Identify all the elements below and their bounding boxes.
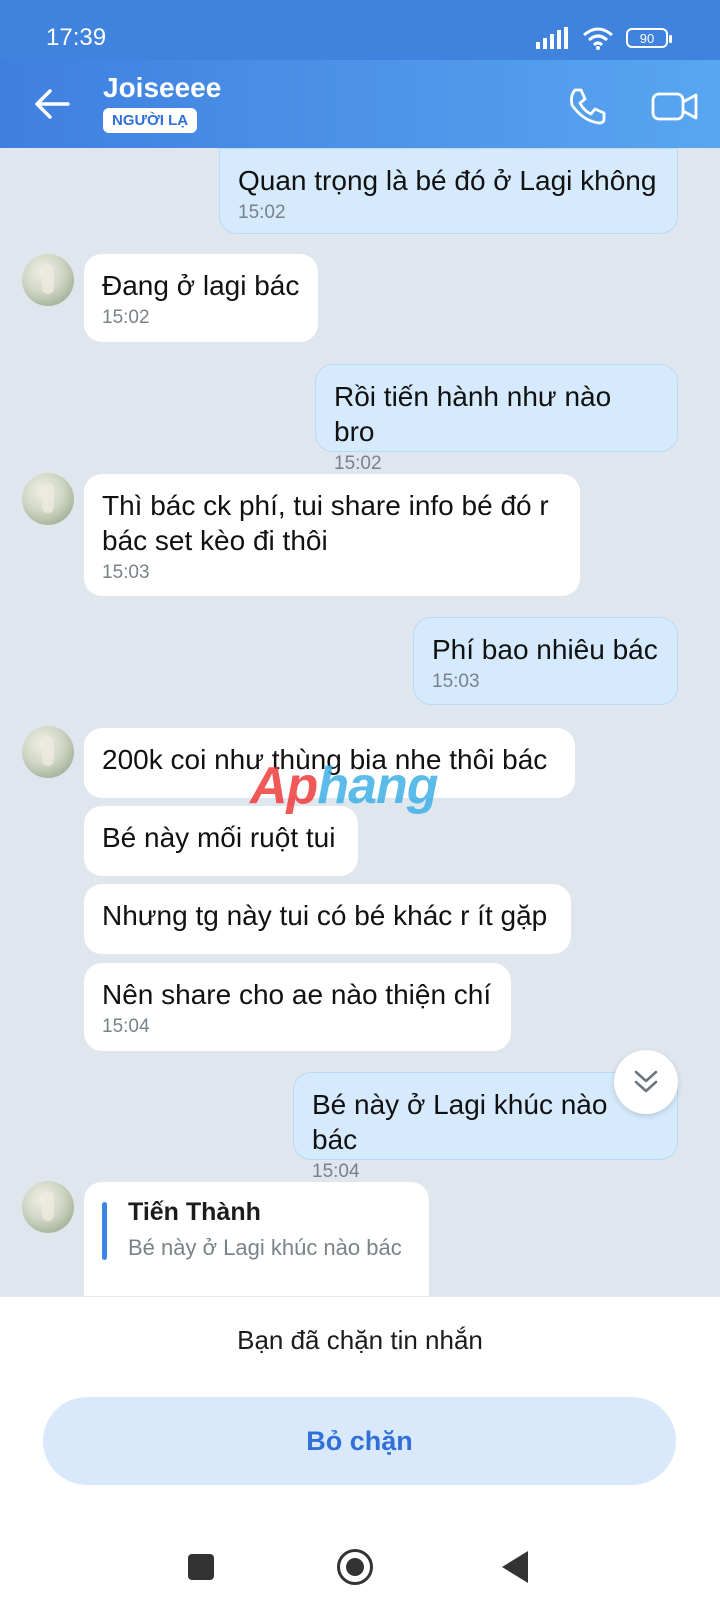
chat-header: Joiseeee NGƯỜI LẠ <box>0 60 720 148</box>
message-outgoing[interactable]: Phí bao nhiêu bác 15:03 <box>413 617 678 705</box>
scroll-to-bottom-button[interactable] <box>614 1050 678 1114</box>
message-text: Rồi tiến hành như nào bro <box>334 381 612 447</box>
message-text: Quan trọng là bé đó ở Lagi không <box>238 165 657 196</box>
message-time: 15:02 <box>102 307 150 328</box>
message-text: Phí bao nhiêu bác <box>432 634 658 665</box>
battery-level: 90 <box>639 30 655 46</box>
message-incoming[interactable]: Thì bác ck phí, tui share info bé đó r b… <box>84 474 580 596</box>
reply-message[interactable]: Tiến Thành Bé này ở Lagi khúc nào bác <box>84 1182 429 1296</box>
stranger-badge: NGƯỜI LẠ <box>103 108 198 133</box>
blocked-notice: Bạn đã chặn tin nhắn <box>237 1325 483 1355</box>
message-text: Bé này ở Lagi khúc nào bác <box>312 1089 608 1155</box>
message-incoming[interactable]: Đang ở lagi bác 15:02 <box>84 254 318 342</box>
message-incoming[interactable]: Bé này mối ruột tui <box>84 806 358 876</box>
recent-apps-icon[interactable] <box>188 1554 214 1580</box>
reply-sender-name: Tiến Thành <box>128 1198 261 1226</box>
message-text: 200k coi như thùng bia nhe thôi bác <box>102 744 548 775</box>
status-time: 17:39 <box>46 24 107 51</box>
avatar[interactable] <box>22 254 74 306</box>
unblock-button[interactable]: Bỏ chặn <box>43 1397 676 1485</box>
message-incoming[interactable]: 200k coi như thùng bia nhe thôi bác <box>84 728 575 798</box>
status-bar: 17:39 90 <box>0 0 720 60</box>
message-incoming[interactable]: Nhưng tg này tui có bé khác r ít gặp <box>84 884 571 954</box>
system-nav-bar <box>0 1513 720 1601</box>
message-time: 15:03 <box>102 562 150 583</box>
wifi-icon <box>583 27 613 50</box>
home-icon[interactable] <box>337 1549 373 1585</box>
back-triangle-icon[interactable] <box>502 1551 528 1583</box>
status-icons: 90 <box>536 26 672 50</box>
message-text: Bé này mối ruột tui <box>102 822 336 853</box>
battery-icon: 90 <box>626 28 672 48</box>
message-text: Thì bác ck phí, tui share info bé đó r b… <box>102 490 549 556</box>
message-text: Nhưng tg này tui có bé khác r ít gặp <box>102 900 548 931</box>
message-time: 15:04 <box>102 1016 150 1037</box>
reply-quoted-text: Bé này ở Lagi khúc nào bác <box>128 1235 402 1260</box>
message-incoming[interactable]: Nên share cho ae nào thiện chí 15:04 <box>84 963 511 1051</box>
avatar[interactable] <box>22 726 74 778</box>
video-camera-icon[interactable] <box>650 84 700 128</box>
message-text: Nên share cho ae nào thiện chí <box>102 979 492 1010</box>
message-list[interactable]: Quan trọng là bé đó ở Lagi không 15:02 Đ… <box>0 148 720 1296</box>
message-time: 15:03 <box>432 671 480 692</box>
blocked-panel: Bạn đã chặn tin nhắn Bỏ chặn <box>0 1296 720 1601</box>
avatar[interactable] <box>22 1181 74 1233</box>
phone-icon[interactable] <box>565 84 609 128</box>
avatar[interactable] <box>22 473 74 525</box>
contact-name[interactable]: Joiseeee <box>103 72 221 104</box>
message-time: 15:02 <box>334 453 382 474</box>
signal-icon <box>536 27 568 49</box>
double-chevron-down-icon <box>634 1070 658 1093</box>
back-arrow-icon[interactable] <box>28 82 76 126</box>
message-text: Đang ở lagi bác <box>102 270 300 301</box>
message-time: 15:04 <box>312 1161 360 1182</box>
message-outgoing[interactable]: Quan trọng là bé đó ở Lagi không 15:02 <box>219 148 678 234</box>
message-outgoing[interactable]: Rồi tiến hành như nào bro 15:02 <box>315 364 678 474</box>
message-time: 15:02 <box>238 202 286 223</box>
reply-quote-bar <box>102 1202 107 1260</box>
